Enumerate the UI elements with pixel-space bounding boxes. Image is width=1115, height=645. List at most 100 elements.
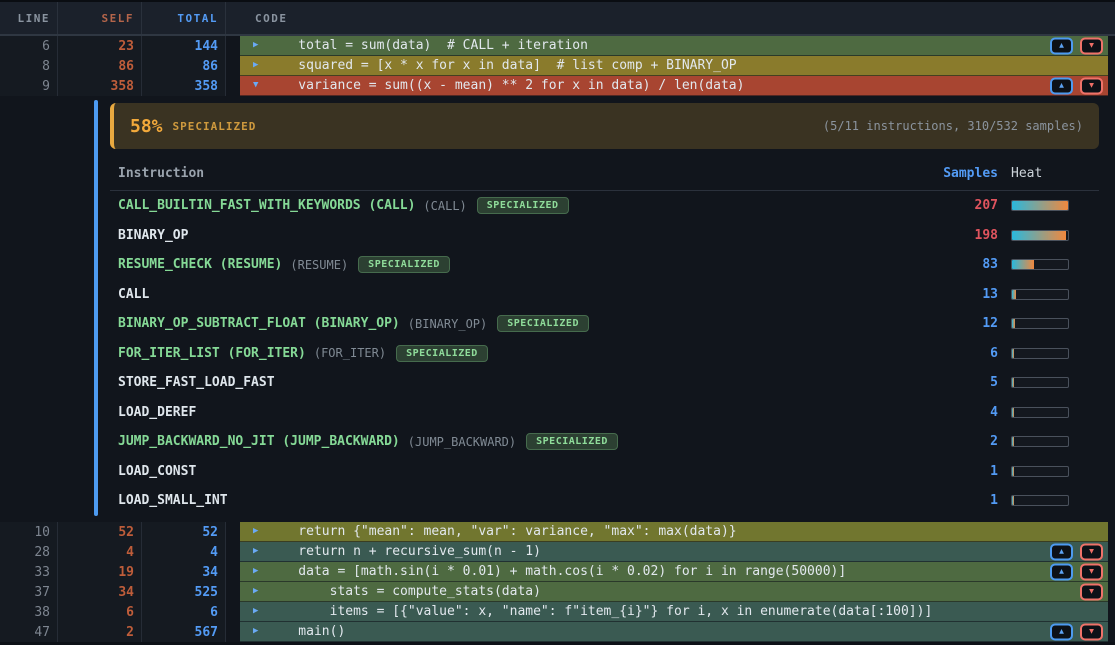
instruction-row: JUMP_BACKWARD_NO_JIT (JUMP_BACKWARD) (JU… [110, 427, 1099, 457]
move-down-button[interactable]: ▼ [1080, 37, 1103, 54]
specialized-badge: SPECIALIZED [477, 197, 569, 214]
code-text: main() [267, 624, 345, 639]
specialized-badge: SPECIALIZED [497, 315, 589, 332]
line-number: 37 [0, 582, 58, 602]
code-line-row: 47 2 567 ▶ main() ▲ ▼ [0, 622, 1108, 642]
self-samples-value: 23 [58, 36, 142, 56]
instruction-row: LOAD_SMALL_INT 1 [110, 486, 1099, 516]
move-up-button[interactable]: ▲ [1050, 77, 1073, 94]
expand-toggle-icon[interactable]: ▶ [253, 627, 258, 636]
row-buttons: ▲ ▼ [1050, 37, 1103, 54]
instruction-base-opcode: (JUMP_BACKWARD) [408, 435, 516, 449]
line-number: 10 [0, 522, 58, 542]
line-number: 33 [0, 562, 58, 582]
row-buttons: ▲ ▼ [1050, 77, 1103, 94]
code-cell[interactable]: ▶ total = sum(data) # CALL + iteration ▲… [240, 36, 1108, 56]
column-header-spacer [226, 2, 240, 34]
column-header-self: SELF [58, 2, 142, 34]
row-buttons: ▲ ▼ [1050, 623, 1103, 640]
line-number: 6 [0, 36, 58, 56]
total-samples-value: 525 [142, 582, 226, 602]
code-cell[interactable]: ▶ return n + recursive_sum(n - 1) ▲ ▼ [240, 542, 1108, 562]
heat-bar-fill [1012, 319, 1015, 328]
instruction-row: BINARY_OP_SUBTRACT_FLOAT (BINARY_OP) (BI… [110, 309, 1099, 339]
column-header-line: LINE [0, 2, 58, 34]
total-samples-value: 34 [142, 562, 226, 582]
heat-bar-fill [1012, 231, 1066, 240]
instruction-row: STORE_FAST_LOAD_FAST 5 [110, 368, 1099, 398]
move-up-button[interactable]: ▲ [1050, 37, 1073, 54]
specialized-label: SPECIALIZED [173, 120, 257, 133]
expand-toggle-icon[interactable]: ▶ [253, 61, 258, 70]
move-down-button[interactable]: ▼ [1080, 583, 1103, 600]
heat-bar-track [1011, 230, 1069, 241]
self-samples-value: 6 [58, 602, 142, 622]
line-number: 28 [0, 542, 58, 562]
instruction-samples: 5 [928, 375, 998, 390]
gutter-spacer [226, 582, 240, 602]
instruction-base-opcode: (RESUME) [290, 258, 348, 272]
move-down-button[interactable]: ▼ [1080, 563, 1103, 580]
move-up-button[interactable]: ▲ [1050, 623, 1073, 640]
self-samples-value: 358 [58, 76, 142, 96]
instruction-table: CALL_BUILTIN_FAST_WITH_KEYWORDS (CALL) (… [110, 191, 1099, 516]
instruction-base-opcode: (BINARY_OP) [408, 317, 487, 331]
instruction-row: LOAD_CONST 1 [110, 457, 1099, 487]
code-text: return n + recursive_sum(n - 1) [267, 544, 541, 559]
move-up-button[interactable]: ▲ [1050, 563, 1073, 580]
instruction-name: LOAD_SMALL_INT [118, 493, 228, 508]
self-samples-value: 34 [58, 582, 142, 602]
heat-bar-fill [1012, 496, 1014, 505]
instruction-name-group: STORE_FAST_LOAD_FAST [110, 375, 928, 390]
instruction-samples: 2 [928, 434, 998, 449]
heat-bar-fill [1012, 378, 1014, 387]
instruction-name-group: CALL [110, 287, 928, 302]
instruction-name: CALL [118, 287, 149, 302]
instruction-row: CALL_BUILTIN_FAST_WITH_KEYWORDS (CALL) (… [110, 191, 1099, 221]
expand-toggle-icon[interactable]: ▼ [253, 81, 258, 90]
code-cell[interactable]: ▼ variance = sum((x - mean) ** 2 for x i… [240, 76, 1108, 96]
column-header-heat: Heat [1011, 166, 1069, 181]
code-cell[interactable]: ▶ data = [math.sin(i * 0.01) + math.cos(… [240, 562, 1108, 582]
specialized-badge: SPECIALIZED [526, 433, 618, 450]
code-line-row: 10 52 52 ▶ return {"mean": mean, "var": … [0, 522, 1108, 542]
code-text: total = sum(data) # CALL + iteration [267, 38, 588, 53]
gutter-spacer [226, 56, 240, 76]
code-cell[interactable]: ▶ items = [{"value": x, "name": f"item_{… [240, 602, 1108, 622]
code-cell[interactable]: ▶ return {"mean": mean, "var": variance,… [240, 522, 1108, 542]
instruction-name: LOAD_DEREF [118, 405, 196, 420]
column-header-total: TOTAL [142, 2, 226, 34]
code-cell[interactable]: ▶ squared = [x * x for x in data] # list… [240, 56, 1108, 76]
expanded-detail-panel: 58% SPECIALIZED (5/11 instructions, 310/… [0, 96, 1115, 522]
heat-bar-fill [1012, 437, 1014, 446]
expand-toggle-icon[interactable]: ▶ [253, 587, 258, 596]
code-line-row: 28 4 4 ▶ return n + recursive_sum(n - 1)… [0, 542, 1108, 562]
move-down-button[interactable]: ▼ [1080, 623, 1103, 640]
instruction-name-group: RESUME_CHECK (RESUME) (RESUME) SPECIALIZ… [110, 256, 928, 273]
line-number: 38 [0, 602, 58, 622]
code-text: return {"mean": mean, "var": variance, "… [267, 524, 737, 539]
heat-bar-track [1011, 318, 1069, 329]
move-up-button[interactable]: ▲ [1050, 543, 1073, 560]
code-text: data = [math.sin(i * 0.01) + math.cos(i … [267, 564, 846, 579]
gutter-spacer [226, 622, 240, 642]
expand-toggle-icon[interactable]: ▶ [253, 547, 258, 556]
gutter-spacer [226, 542, 240, 562]
expand-toggle-icon[interactable]: ▶ [253, 567, 258, 576]
expand-toggle-icon[interactable]: ▶ [253, 527, 258, 536]
heat-bar-fill [1012, 290, 1016, 299]
code-cell[interactable]: ▶ stats = compute_stats(data) ▼ [240, 582, 1108, 602]
code-line-row: 8 86 86 ▶ squared = [x * x for x in data… [0, 56, 1108, 76]
instruction-samples: 1 [928, 493, 998, 508]
move-down-button[interactable]: ▼ [1080, 77, 1103, 94]
move-down-button[interactable]: ▼ [1080, 543, 1103, 560]
table-header: LINE SELF TOTAL CODE [0, 0, 1115, 36]
self-samples-value: 86 [58, 56, 142, 76]
heat-bar-fill [1012, 467, 1014, 476]
heat-bar-track [1011, 289, 1069, 300]
total-samples-value: 144 [142, 36, 226, 56]
expand-toggle-icon[interactable]: ▶ [253, 41, 258, 50]
expand-toggle-icon[interactable]: ▶ [253, 607, 258, 616]
code-cell[interactable]: ▶ main() ▲ ▼ [240, 622, 1108, 642]
gutter-spacer [226, 602, 240, 622]
